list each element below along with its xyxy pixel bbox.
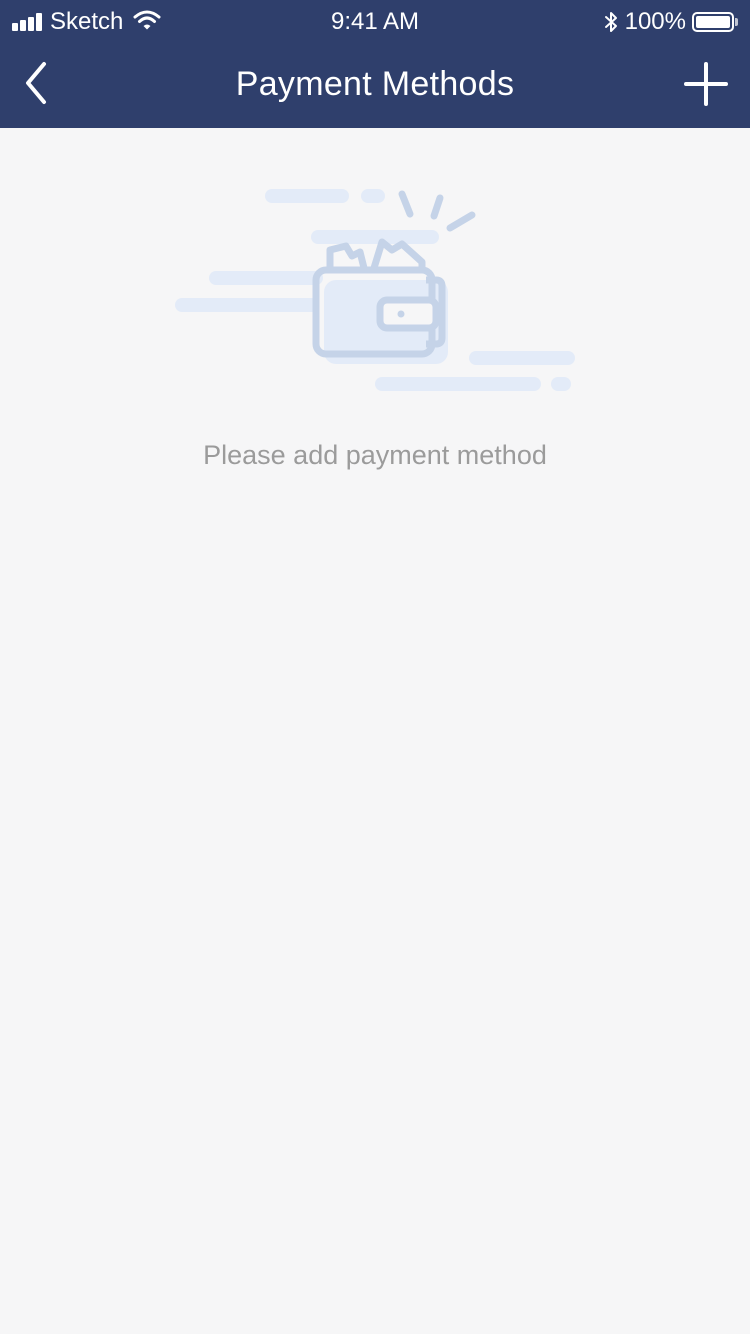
empty-wallet-illustration [175,189,575,391]
battery-icon [692,12,734,32]
empty-state-message: Please add payment method [203,440,547,470]
status-bar: Sketch 9:41 AM 100% [0,0,750,44]
navigation-bar: Payment Methods [0,44,750,128]
plus-icon [684,62,728,106]
status-right: 100% [603,8,738,36]
back-button[interactable] [16,58,60,108]
battery-percentage: 100% [624,8,686,35]
header: Sketch 9:41 AM 100% Payment Methods [0,0,750,128]
battery-cap [735,18,738,26]
bluetooth-icon [604,12,617,32]
add-payment-method-button[interactable] [684,62,728,106]
page-title: Payment Methods [235,65,515,103]
back-arrow-icon [26,62,46,104]
